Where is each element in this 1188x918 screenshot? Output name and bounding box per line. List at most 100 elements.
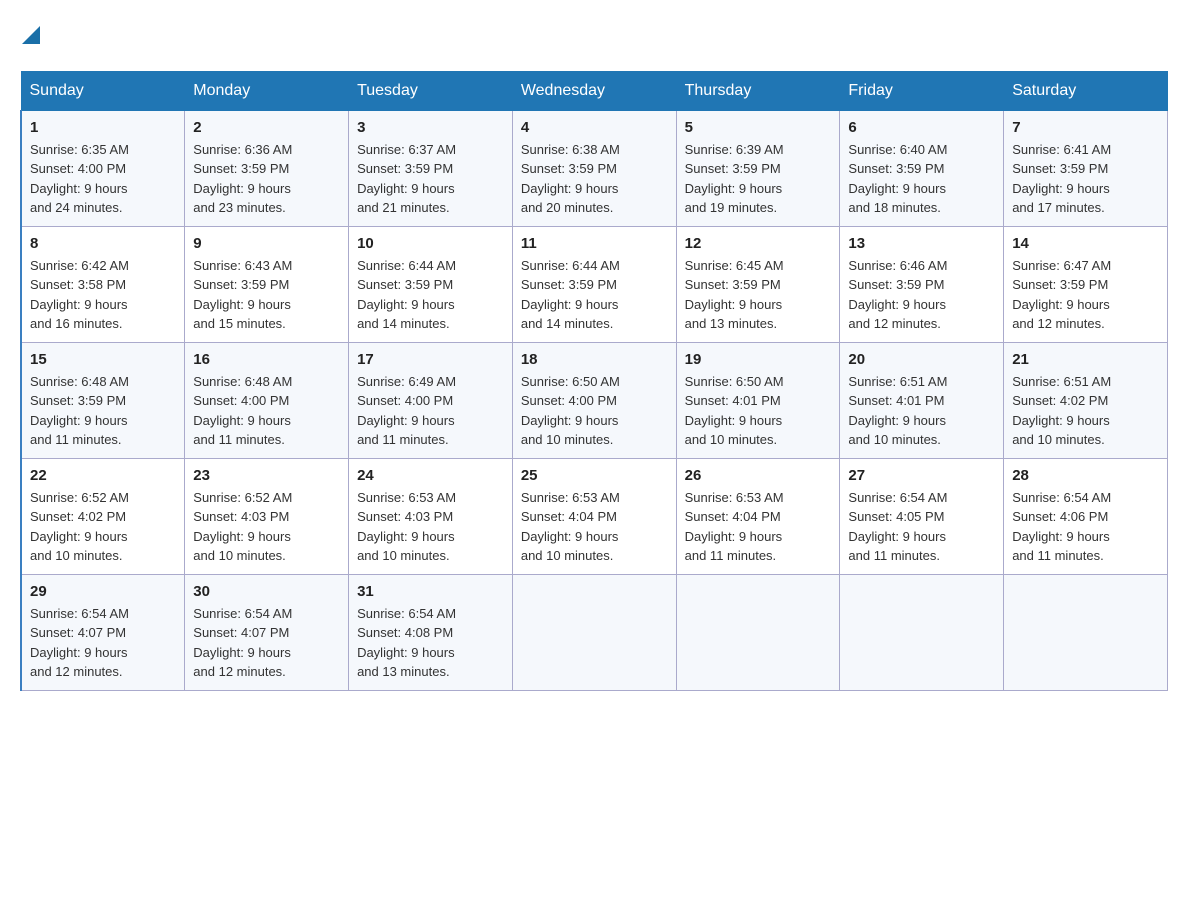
day-info: Sunrise: 6:54 AMSunset: 4:05 PMDaylight:… [848,488,995,566]
calendar-cell: 7 Sunrise: 6:41 AMSunset: 3:59 PMDayligh… [1004,110,1168,226]
calendar-cell: 16 Sunrise: 6:48 AMSunset: 4:00 PMDaylig… [185,342,349,458]
day-info: Sunrise: 6:35 AMSunset: 4:00 PMDaylight:… [30,140,176,218]
day-number: 10 [357,235,504,252]
day-number: 28 [1012,467,1159,484]
calendar-week-row: 15 Sunrise: 6:48 AMSunset: 3:59 PMDaylig… [21,342,1168,458]
col-tuesday: Tuesday [349,71,513,110]
day-number: 25 [521,467,668,484]
calendar-cell [512,574,676,690]
calendar-cell: 13 Sunrise: 6:46 AMSunset: 3:59 PMDaylig… [840,226,1004,342]
day-info: Sunrise: 6:46 AMSunset: 3:59 PMDaylight:… [848,256,995,334]
calendar-week-row: 22 Sunrise: 6:52 AMSunset: 4:02 PMDaylig… [21,458,1168,574]
day-info: Sunrise: 6:54 AMSunset: 4:08 PMDaylight:… [357,604,504,682]
day-info: Sunrise: 6:43 AMSunset: 3:59 PMDaylight:… [193,256,340,334]
calendar-cell: 1 Sunrise: 6:35 AMSunset: 4:00 PMDayligh… [21,110,185,226]
day-info: Sunrise: 6:40 AMSunset: 3:59 PMDaylight:… [848,140,995,218]
day-number: 21 [1012,351,1159,368]
calendar-cell [840,574,1004,690]
day-info: Sunrise: 6:48 AMSunset: 4:00 PMDaylight:… [193,372,340,450]
calendar-cell: 17 Sunrise: 6:49 AMSunset: 4:00 PMDaylig… [349,342,513,458]
day-number: 31 [357,583,504,600]
day-info: Sunrise: 6:42 AMSunset: 3:58 PMDaylight:… [30,256,176,334]
day-number: 5 [685,119,832,136]
calendar-table: Sunday Monday Tuesday Wednesday Thursday… [20,71,1168,691]
day-info: Sunrise: 6:47 AMSunset: 3:59 PMDaylight:… [1012,256,1159,334]
day-info: Sunrise: 6:51 AMSunset: 4:02 PMDaylight:… [1012,372,1159,450]
col-saturday: Saturday [1004,71,1168,110]
calendar-cell: 24 Sunrise: 6:53 AMSunset: 4:03 PMDaylig… [349,458,513,574]
calendar-cell: 30 Sunrise: 6:54 AMSunset: 4:07 PMDaylig… [185,574,349,690]
day-number: 19 [685,351,832,368]
calendar-cell: 8 Sunrise: 6:42 AMSunset: 3:58 PMDayligh… [21,226,185,342]
day-number: 27 [848,467,995,484]
day-number: 6 [848,119,995,136]
day-info: Sunrise: 6:52 AMSunset: 4:02 PMDaylight:… [30,488,176,566]
logo-blue [20,20,42,51]
calendar-cell: 28 Sunrise: 6:54 AMSunset: 4:06 PMDaylig… [1004,458,1168,574]
calendar-cell: 9 Sunrise: 6:43 AMSunset: 3:59 PMDayligh… [185,226,349,342]
calendar-week-row: 29 Sunrise: 6:54 AMSunset: 4:07 PMDaylig… [21,574,1168,690]
day-number: 11 [521,235,668,252]
day-info: Sunrise: 6:54 AMSunset: 4:07 PMDaylight:… [193,604,340,682]
calendar-cell: 10 Sunrise: 6:44 AMSunset: 3:59 PMDaylig… [349,226,513,342]
day-number: 9 [193,235,340,252]
calendar-cell: 21 Sunrise: 6:51 AMSunset: 4:02 PMDaylig… [1004,342,1168,458]
day-number: 26 [685,467,832,484]
day-info: Sunrise: 6:41 AMSunset: 3:59 PMDaylight:… [1012,140,1159,218]
day-number: 16 [193,351,340,368]
calendar-cell: 23 Sunrise: 6:52 AMSunset: 4:03 PMDaylig… [185,458,349,574]
calendar-cell: 14 Sunrise: 6:47 AMSunset: 3:59 PMDaylig… [1004,226,1168,342]
day-info: Sunrise: 6:50 AMSunset: 4:00 PMDaylight:… [521,372,668,450]
day-info: Sunrise: 6:51 AMSunset: 4:01 PMDaylight:… [848,372,995,450]
day-number: 3 [357,119,504,136]
calendar-cell: 18 Sunrise: 6:50 AMSunset: 4:00 PMDaylig… [512,342,676,458]
calendar-cell: 29 Sunrise: 6:54 AMSunset: 4:07 PMDaylig… [21,574,185,690]
day-info: Sunrise: 6:44 AMSunset: 3:59 PMDaylight:… [357,256,504,334]
col-monday: Monday [185,71,349,110]
calendar-cell: 19 Sunrise: 6:50 AMSunset: 4:01 PMDaylig… [676,342,840,458]
day-number: 22 [30,467,176,484]
calendar-cell: 6 Sunrise: 6:40 AMSunset: 3:59 PMDayligh… [840,110,1004,226]
day-number: 13 [848,235,995,252]
calendar-cell: 15 Sunrise: 6:48 AMSunset: 3:59 PMDaylig… [21,342,185,458]
logo-triangle-icon [22,26,42,46]
calendar-cell: 4 Sunrise: 6:38 AMSunset: 3:59 PMDayligh… [512,110,676,226]
calendar-cell: 3 Sunrise: 6:37 AMSunset: 3:59 PMDayligh… [349,110,513,226]
day-number: 12 [685,235,832,252]
day-number: 4 [521,119,668,136]
day-info: Sunrise: 6:36 AMSunset: 3:59 PMDaylight:… [193,140,340,218]
day-info: Sunrise: 6:49 AMSunset: 4:00 PMDaylight:… [357,372,504,450]
day-number: 8 [30,235,176,252]
calendar-week-row: 8 Sunrise: 6:42 AMSunset: 3:58 PMDayligh… [21,226,1168,342]
calendar-cell: 12 Sunrise: 6:45 AMSunset: 3:59 PMDaylig… [676,226,840,342]
day-info: Sunrise: 6:37 AMSunset: 3:59 PMDaylight:… [357,140,504,218]
calendar-cell [1004,574,1168,690]
calendar-cell: 5 Sunrise: 6:39 AMSunset: 3:59 PMDayligh… [676,110,840,226]
col-wednesday: Wednesday [512,71,676,110]
day-number: 18 [521,351,668,368]
day-info: Sunrise: 6:45 AMSunset: 3:59 PMDaylight:… [685,256,832,334]
calendar-cell: 26 Sunrise: 6:53 AMSunset: 4:04 PMDaylig… [676,458,840,574]
calendar-week-row: 1 Sunrise: 6:35 AMSunset: 4:00 PMDayligh… [21,110,1168,226]
calendar-cell: 27 Sunrise: 6:54 AMSunset: 4:05 PMDaylig… [840,458,1004,574]
day-info: Sunrise: 6:53 AMSunset: 4:03 PMDaylight:… [357,488,504,566]
day-info: Sunrise: 6:53 AMSunset: 4:04 PMDaylight:… [685,488,832,566]
calendar-header-row: Sunday Monday Tuesday Wednesday Thursday… [21,71,1168,110]
day-number: 7 [1012,119,1159,136]
day-info: Sunrise: 6:39 AMSunset: 3:59 PMDaylight:… [685,140,832,218]
day-info: Sunrise: 6:48 AMSunset: 3:59 PMDaylight:… [30,372,176,450]
day-number: 1 [30,119,176,136]
calendar-cell: 2 Sunrise: 6:36 AMSunset: 3:59 PMDayligh… [185,110,349,226]
day-number: 30 [193,583,340,600]
day-info: Sunrise: 6:53 AMSunset: 4:04 PMDaylight:… [521,488,668,566]
calendar-cell: 11 Sunrise: 6:44 AMSunset: 3:59 PMDaylig… [512,226,676,342]
calendar-cell: 22 Sunrise: 6:52 AMSunset: 4:02 PMDaylig… [21,458,185,574]
day-number: 15 [30,351,176,368]
day-number: 2 [193,119,340,136]
logo [20,20,42,51]
day-info: Sunrise: 6:38 AMSunset: 3:59 PMDaylight:… [521,140,668,218]
col-thursday: Thursday [676,71,840,110]
col-sunday: Sunday [21,71,185,110]
calendar-cell [676,574,840,690]
day-number: 29 [30,583,176,600]
